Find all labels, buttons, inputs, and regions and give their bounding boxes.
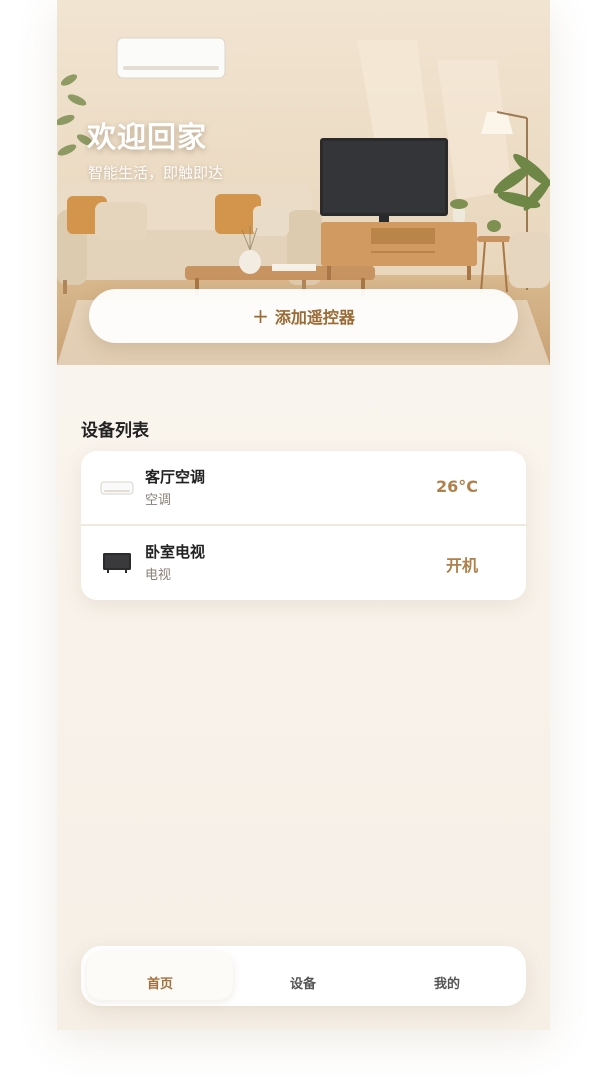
device-type: 电视: [145, 568, 172, 583]
device-item-bedroom-tv[interactable]: 卧室电视 电视 开机: [81, 526, 526, 600]
device-type: 空调: [145, 493, 172, 508]
device-list: 客厅空调 空调 26°C 卧室电视 电视 开机: [81, 451, 526, 600]
device-name: 卧室电视: [145, 543, 206, 561]
air-conditioner-icon: [100, 476, 134, 500]
plus-icon: +: [252, 304, 269, 328]
device-name: 客厅空调: [145, 468, 206, 486]
tab-devices[interactable]: 设备: [230, 952, 376, 1000]
device-item-living-room-ac[interactable]: 客厅空调 空调 26°C: [81, 451, 526, 525]
bottom-tab-bar: 首页 设备 我的: [81, 946, 526, 1006]
tab-home[interactable]: 首页: [87, 952, 233, 1000]
add-remote-label: 添加遥控器: [274, 308, 355, 327]
app-screen: 欢迎回家 智能生活，即触即达 + 添加遥控器 设备列表 客厅空调 空调 26°C: [57, 0, 550, 1030]
device-status: 开机: [445, 556, 478, 575]
device-status: 26°C: [435, 477, 478, 496]
hero-banner: 欢迎回家 智能生活，即触即达 + 添加遥控器: [57, 0, 550, 365]
tv-icon: [100, 551, 134, 575]
welcome-subtitle: 智能生活，即触即达: [88, 164, 224, 182]
add-remote-button[interactable]: + 添加遥控器: [89, 289, 518, 343]
device-list-title: 设备列表: [81, 421, 149, 441]
welcome-title: 欢迎回家: [87, 120, 208, 154]
tab-profile[interactable]: 我的: [374, 952, 520, 1000]
